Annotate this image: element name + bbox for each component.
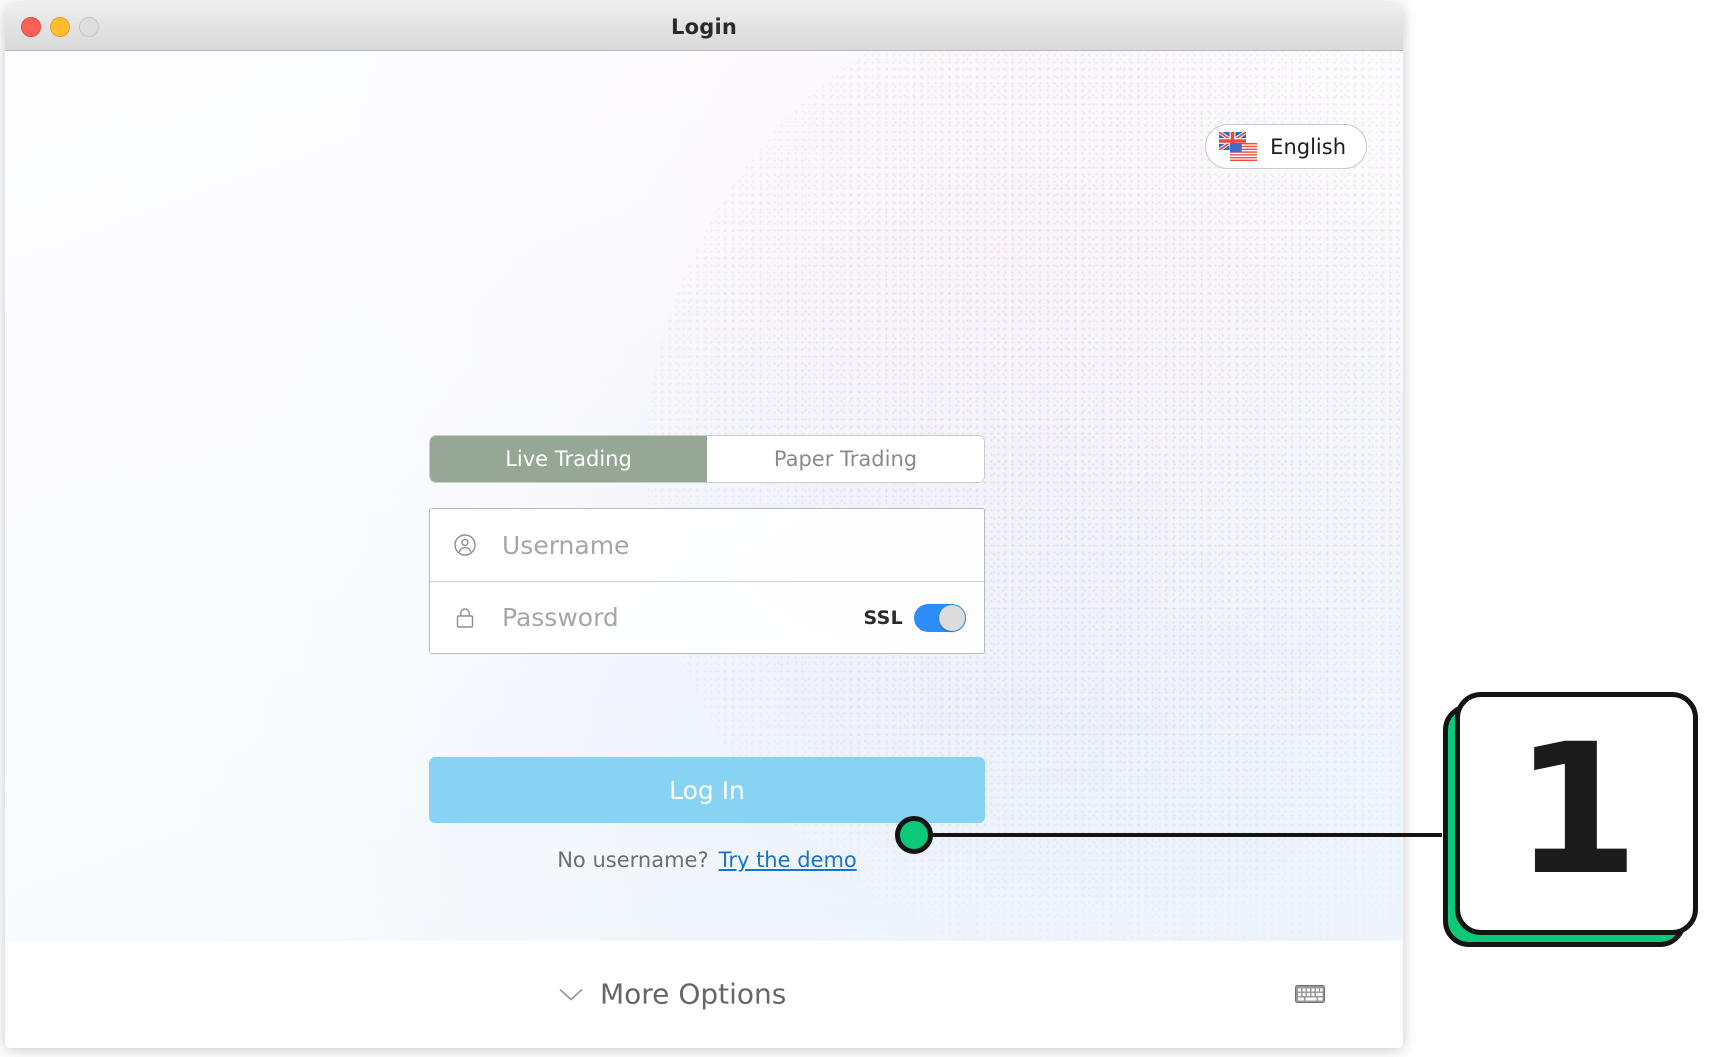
keyboard-glyph: [1295, 985, 1325, 1003]
login-form: Live Trading Paper Trading Username SSL …: [429, 435, 985, 872]
password-row: SSL: [430, 581, 984, 653]
log-in-button[interactable]: Log In: [429, 757, 985, 823]
chevron-down-icon: [558, 986, 584, 1002]
trading-mode-tabs: Live Trading Paper Trading: [429, 435, 985, 483]
tab-live-trading-label: Live Trading: [505, 447, 632, 471]
try-the-demo-link[interactable]: Try the demo: [719, 848, 857, 872]
username-input[interactable]: [502, 530, 966, 560]
lock-icon: [452, 605, 478, 631]
screen-root: Login English Live Trading Paper Trading…: [0, 0, 1710, 1057]
tab-paper-trading[interactable]: Paper Trading: [707, 436, 984, 482]
uk-us-flag-icon: [1219, 131, 1258, 162]
ssl-toggle-knob: [939, 604, 965, 631]
step-callout-card: 1: [1455, 692, 1698, 935]
demo-row: No username? Try the demo: [429, 848, 985, 872]
annotation-target-dot: [895, 816, 933, 854]
ssl-label: SSL: [863, 606, 903, 629]
ssl-control: SSL: [863, 603, 966, 632]
window-titlebar: Login: [5, 3, 1403, 51]
username-row: [430, 509, 984, 581]
credentials-group: SSL: [429, 508, 985, 654]
more-options-label: More Options: [600, 977, 787, 1011]
tab-live-trading[interactable]: Live Trading: [430, 436, 707, 482]
tab-paper-trading-label: Paper Trading: [773, 447, 918, 471]
annotation-connector-line: [912, 833, 1442, 837]
step-number: 1: [1513, 705, 1640, 915]
no-username-label: No username?: [557, 848, 709, 872]
language-label: English: [1270, 134, 1346, 159]
step-callout: 1: [1443, 692, 1698, 947]
window-title: Login: [671, 14, 737, 39]
language-selector-button[interactable]: English: [1205, 124, 1367, 169]
user-circle-icon: [452, 532, 478, 558]
window-footer: More Options: [5, 941, 1403, 1047]
keyboard-icon[interactable]: [1295, 983, 1325, 1005]
login-window: Login English Live Trading Paper Trading…: [5, 3, 1403, 1048]
ssl-toggle[interactable]: [914, 603, 966, 632]
more-options-button[interactable]: More Options: [558, 978, 786, 1011]
password-input[interactable]: [502, 603, 852, 632]
us-flag-icon: [1230, 142, 1258, 161]
login-hero: English Live Trading Paper Trading Usern…: [5, 51, 1403, 941]
